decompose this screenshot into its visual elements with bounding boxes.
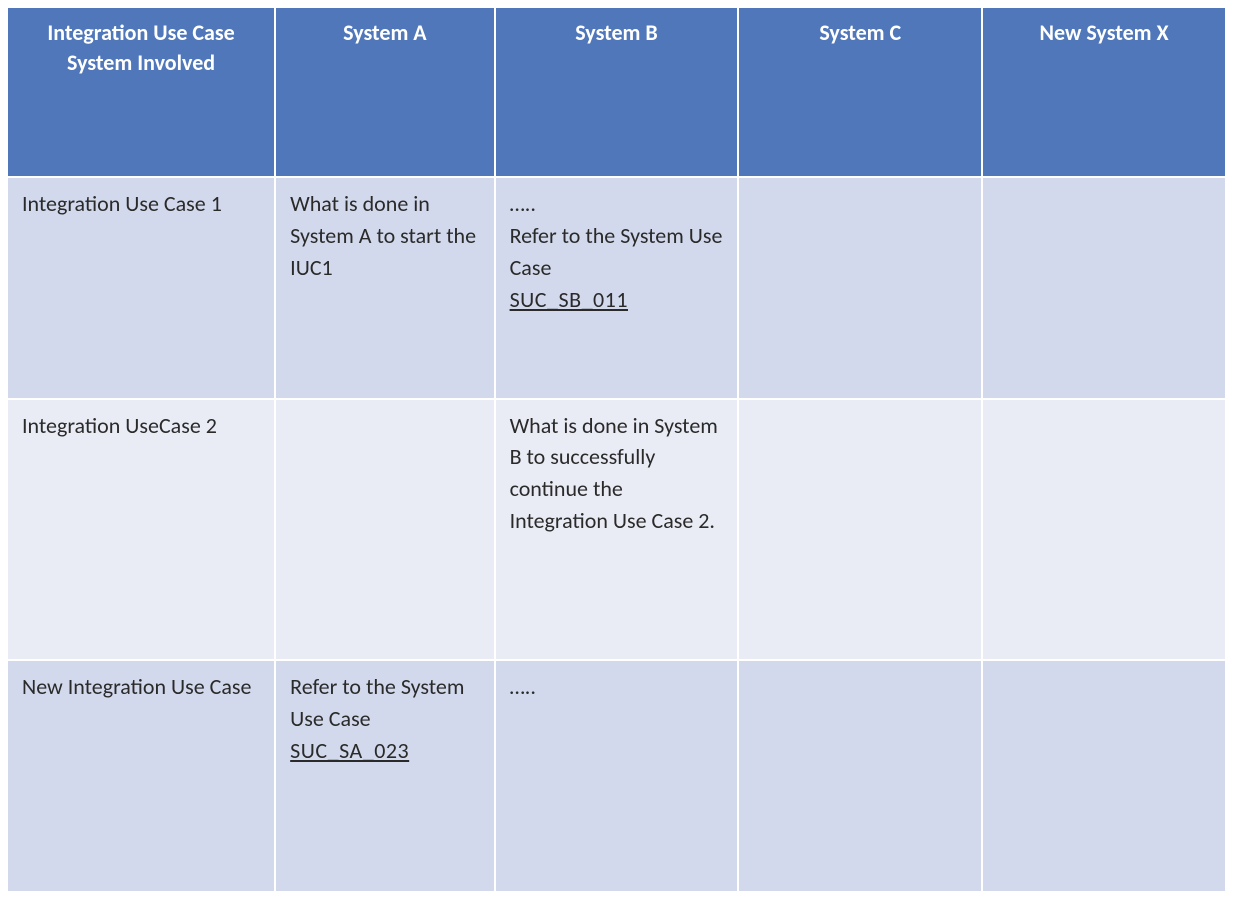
header-system-c: System C	[738, 7, 982, 177]
cell-text: Refer to the System Use Case	[510, 220, 724, 284]
cell-new-system-x	[982, 399, 1226, 661]
integration-matrix-table: Integration Use Case System Involved Sys…	[6, 6, 1227, 893]
table-header-row: Integration Use Case System Involved Sys…	[7, 7, 1226, 177]
cell-link[interactable]: SUC_SA_023	[290, 735, 479, 767]
row-label: Integration UseCase 2	[7, 399, 275, 661]
header-corner-line2: System Involved	[22, 48, 260, 78]
table-row: Integration Use Case 1 What is done in S…	[7, 177, 1226, 399]
cell-text: Refer to the System Use Case	[290, 671, 479, 735]
header-system-b: System B	[495, 7, 739, 177]
header-corner-line1: Integration Use Case	[22, 18, 260, 48]
cell-system-c	[738, 399, 982, 661]
cell-system-c	[738, 660, 982, 892]
cell-new-system-x	[982, 660, 1226, 892]
table-row: Integration UseCase 2 What is done in Sy…	[7, 399, 1226, 661]
header-system-a: System A	[275, 7, 494, 177]
cell-system-a	[275, 399, 494, 661]
row-label: Integration Use Case 1	[7, 177, 275, 399]
cell-system-a: Refer to the System Use Case SUC_SA_023	[275, 660, 494, 892]
row-label: New Integration Use Case	[7, 660, 275, 892]
header-corner: Integration Use Case System Involved	[7, 7, 275, 177]
cell-prefix: …..	[510, 671, 724, 703]
table-row: New Integration Use Case Refer to the Sy…	[7, 660, 1226, 892]
cell-system-b: What is done in System B to successfully…	[495, 399, 739, 661]
cell-text: What is done in System A to start the IU…	[290, 188, 479, 284]
header-new-system-x: New System X	[982, 7, 1226, 177]
page: Integration Use Case System Involved Sys…	[0, 0, 1233, 899]
cell-system-b: ….. Refer to the System Use Case SUC_SB_…	[495, 177, 739, 399]
cell-system-c	[738, 177, 982, 399]
cell-system-a: What is done in System A to start the IU…	[275, 177, 494, 399]
cell-prefix: …..	[510, 188, 724, 220]
cell-new-system-x	[982, 177, 1226, 399]
cell-link[interactable]: SUC_SB_011	[510, 284, 724, 316]
cell-text: What is done in System B to successfully…	[510, 410, 724, 538]
cell-system-b: …..	[495, 660, 739, 892]
